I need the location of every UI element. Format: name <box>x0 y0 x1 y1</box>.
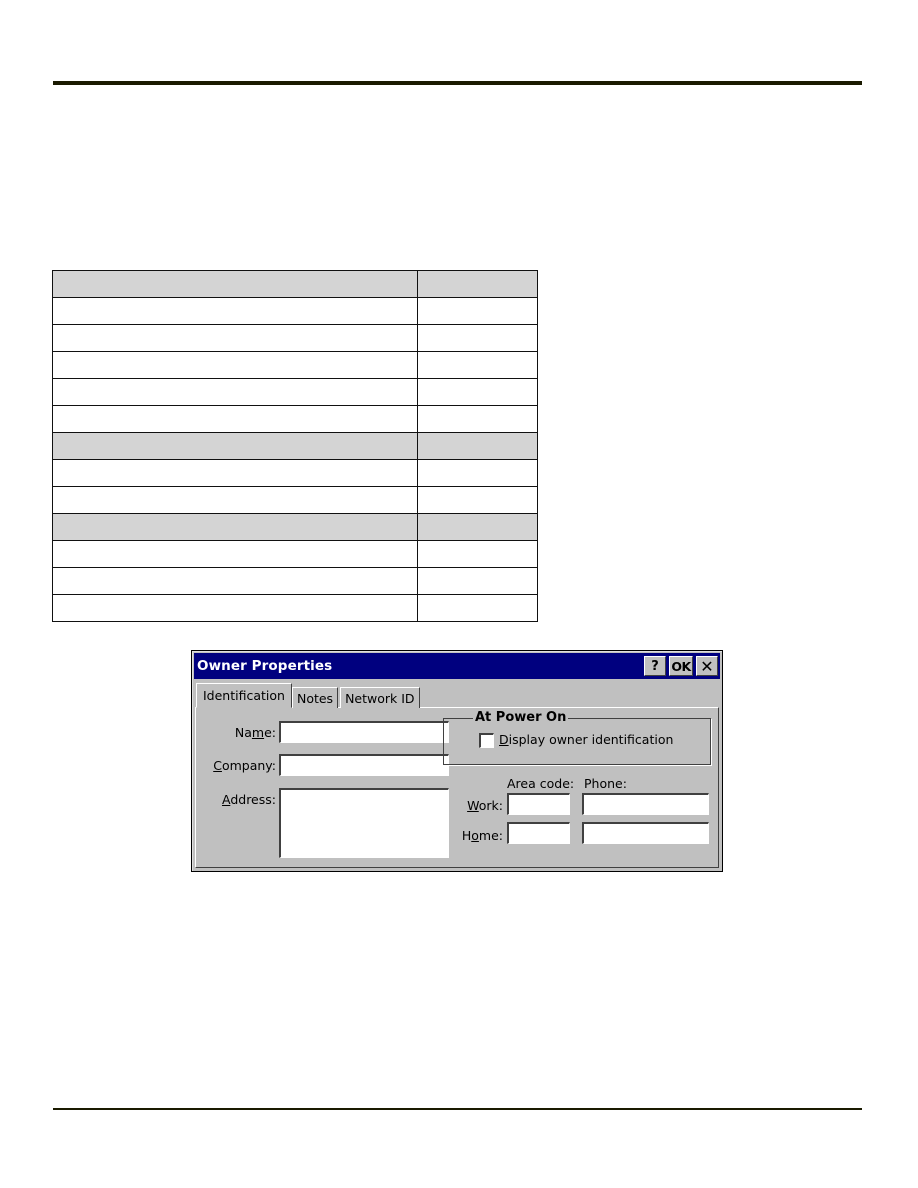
table-cell <box>416 459 539 487</box>
table-row <box>52 297 539 325</box>
label-mnemonic: D <box>499 732 509 747</box>
footer-rule <box>53 1108 862 1110</box>
tab-notes[interactable]: Notes <box>291 687 339 708</box>
tab-label: Notes <box>296 690 334 706</box>
table-cell <box>416 432 539 460</box>
label-text: me: <box>478 828 503 843</box>
table-row <box>52 459 539 487</box>
company-input[interactable] <box>279 754 449 776</box>
home-area-code-input[interactable] <box>507 822 570 844</box>
table-row <box>52 324 539 352</box>
label-text: ddress: <box>230 792 276 807</box>
table-cell <box>52 297 418 325</box>
ok-button[interactable]: OK <box>669 656 693 676</box>
address-label: Address: <box>202 792 276 807</box>
help-button[interactable]: ? <box>644 656 666 676</box>
tab-network-id[interactable]: Network ID <box>340 687 420 708</box>
table-cell <box>416 270 539 298</box>
help-icon: ? <box>651 658 659 674</box>
label-mnemonic: W <box>467 798 479 813</box>
label-mnemonic: C <box>213 758 222 773</box>
table-row <box>52 567 539 595</box>
table-cell <box>416 297 539 325</box>
table-cell <box>52 378 418 406</box>
table-cell <box>416 594 539 622</box>
table-row <box>52 486 539 514</box>
document-table <box>52 270 539 622</box>
label-text: isplay owner identification <box>508 732 674 747</box>
table-cell <box>416 513 539 541</box>
label-text: ompany: <box>221 758 276 773</box>
table-cell <box>52 594 418 622</box>
work-label: Work: <box>450 798 503 813</box>
tab-label: Identification <box>203 688 285 703</box>
table-row <box>52 540 539 568</box>
phone-header: Phone: <box>584 776 627 791</box>
table-cell <box>416 486 539 514</box>
table-cell <box>52 432 418 460</box>
ok-icon: OK <box>671 658 691 674</box>
work-phone-input[interactable] <box>582 793 709 815</box>
table-row <box>52 432 539 460</box>
label-text: e: <box>264 725 276 740</box>
table-row <box>52 594 539 622</box>
area-code-header: Area code: <box>507 776 575 791</box>
table-cell <box>52 567 418 595</box>
work-area-code-input[interactable] <box>507 793 570 815</box>
table-cell <box>52 540 418 568</box>
display-owner-identification-label[interactable]: Display owner identification <box>499 732 673 747</box>
table-cell <box>52 270 418 298</box>
table-cell <box>52 405 418 433</box>
table-cell <box>416 567 539 595</box>
table-cell <box>416 405 539 433</box>
tab-label: Network ID <box>345 690 415 706</box>
table-cell <box>52 324 418 352</box>
table-row <box>52 270 539 298</box>
label-text: H <box>461 828 472 843</box>
table-cell <box>52 351 418 379</box>
label-text: ork: <box>478 798 503 813</box>
table-row <box>52 513 539 541</box>
table-cell <box>52 459 418 487</box>
dialog-title: Owner Properties <box>197 658 333 674</box>
address-textarea[interactable] <box>279 788 449 858</box>
table-row <box>52 351 539 379</box>
display-owner-identification-checkbox[interactable] <box>479 733 494 748</box>
table-cell <box>52 486 418 514</box>
label-mnemonic: o <box>471 828 479 843</box>
table-cell <box>416 324 539 352</box>
title-bar[interactable]: Owner Properties ? OK ✕ <box>194 653 720 679</box>
label-text: Na <box>234 725 252 740</box>
table-row <box>52 405 539 433</box>
group-title: At Power On <box>473 710 569 725</box>
home-phone-input[interactable] <box>582 822 709 844</box>
table-cell <box>416 540 539 568</box>
company-label: Company: <box>202 758 276 773</box>
name-label: Name: <box>202 725 276 740</box>
tab-strip: Identification Notes Network ID <box>196 683 422 708</box>
table-cell <box>416 378 539 406</box>
name-input[interactable] <box>279 721 449 743</box>
label-mnemonic: m <box>251 725 265 740</box>
table-row <box>52 378 539 406</box>
owner-properties-dialog: Owner Properties ? OK ✕ Identification N… <box>191 650 723 872</box>
table-cell <box>416 351 539 379</box>
close-icon: ✕ <box>700 656 714 676</box>
close-button[interactable]: ✕ <box>696 656 718 676</box>
tab-identification[interactable]: Identification <box>196 683 292 708</box>
home-label: Home: <box>450 828 503 843</box>
header-rule <box>53 81 862 85</box>
table-cell <box>52 513 418 541</box>
